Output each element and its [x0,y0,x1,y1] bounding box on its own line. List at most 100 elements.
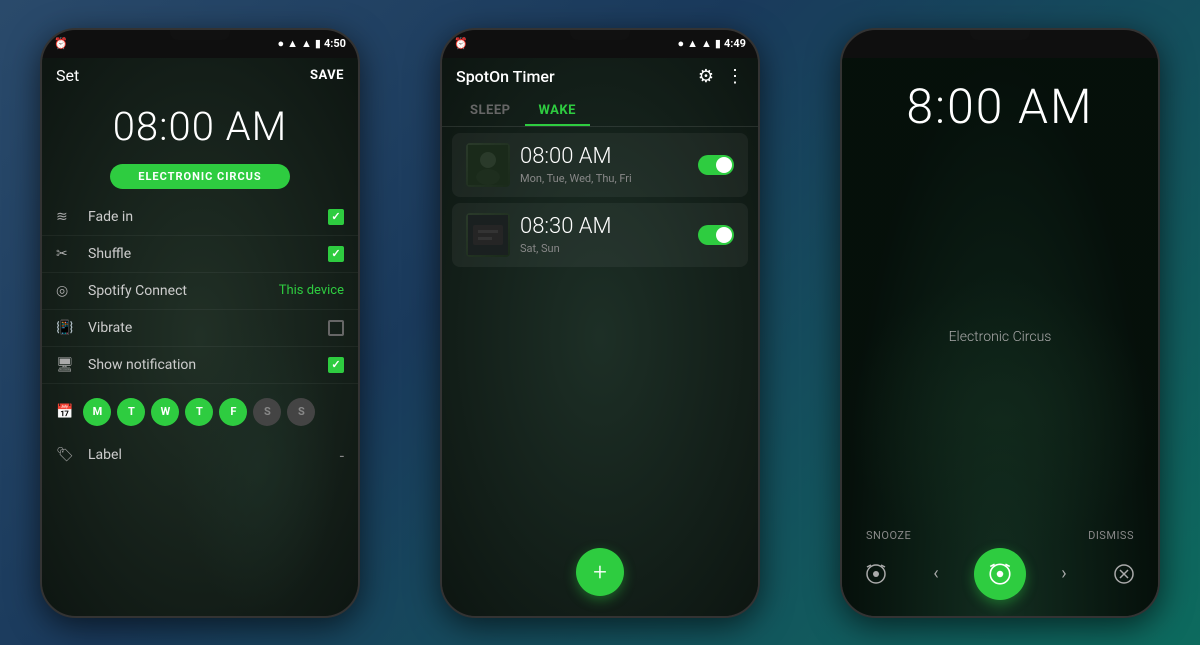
status-bar-2: ⏰ ● ▲ ▲ ▮ 4:49 [442,30,758,58]
spotify-label: Spotify Connect [88,283,279,299]
alarm-main-btn[interactable] [974,548,1026,600]
status-right-1: ● ▲ ▲ ▮ 4:50 [277,37,346,50]
vibrate-checkbox[interactable] [328,320,344,336]
notification-checkbox[interactable] [328,357,344,373]
fab-add[interactable]: + [576,548,624,596]
label-dash: - [340,446,344,465]
vibrate-label: Vibrate [88,320,328,336]
battery-icon-2: ▮ [715,37,721,50]
day-monday[interactable]: M [83,398,111,426]
save-button[interactable]: SAVE [310,68,344,83]
phone-2: ⏰ ● ▲ ▲ ▮ 4:49 SpotOn Timer ⚙ ⋮ SLEEP WA… [440,28,760,618]
spotify-icon: ◎ [56,283,78,299]
alarm-time-display-1[interactable]: 08:00 AM [42,93,358,158]
settings-row-vibrate[interactable]: 📳 Vibrate [42,310,358,347]
spotify-value: This device [279,283,344,298]
wifi-icon-1: ▲ [287,37,298,50]
phone-1: ⏰ ● ▲ ▲ ▮ 4:50 Set SAVE 08:00 AM ELECTRO… [40,28,360,618]
screen-1: Set SAVE 08:00 AM ELECTRONIC CIRCUS ≋ Fa… [42,58,358,616]
calendar-icon: 📅 [56,404,73,420]
alarm-time-card-2: 08:30 AM [520,214,698,240]
phone3-middle: Electronic Circus [949,145,1052,529]
signal-dots-2: ● [677,37,684,50]
phone3-top: 8:00 AM [842,58,1158,145]
signal-dots: ● [277,37,284,50]
alarm-time-display-3: 8:00 AM [856,78,1144,135]
battery-icon-1: ▮ [315,37,321,50]
alarm-days-card-1: Mon, Tue, Wed, Thu, Fri [520,172,698,185]
day-saturday[interactable]: S [253,398,281,426]
signal-bars-2: ▲ [701,37,712,50]
alarm-info-1: 08:00 AM Mon, Tue, Wed, Thu, Fri [520,144,698,185]
wifi-icon-2: ▲ [687,37,698,50]
header-icons-2: ⚙ ⋮ [698,66,744,87]
app-header-1: Set SAVE [42,58,358,93]
app-title-1: Set [56,66,79,85]
notification-label: Show notification [88,357,328,373]
phone-3: 8:00 AM Electronic Circus SNOOZE DISMISS [840,28,1160,618]
settings-list-1: ≋ Fade in ✂ Shuffle ◎ Spotify Connect Th… [42,195,358,388]
alarm-controls: ‹ › [842,548,1158,600]
thumb-art-2 [466,213,510,257]
more-icon[interactable]: ⋮ [726,66,744,87]
settings-row-fade-in[interactable]: ≋ Fade in [42,199,358,236]
alarm-icon-2: ⏰ [454,37,468,50]
alarm-snooze-btn[interactable] [854,552,898,596]
status-time-1: 4:50 [324,37,346,50]
prev-btn[interactable]: ‹ [914,552,958,596]
app-title-2: SpotOn Timer [456,67,555,86]
tab-sleep[interactable]: SLEEP [456,95,525,126]
notification-icon: 🖥 [56,357,78,373]
status-left-1: ⏰ [54,37,68,50]
song-pill-1[interactable]: ELECTRONIC CIRCUS [110,164,290,189]
alarm-icon-1: ⏰ [54,37,68,50]
fade-in-checkbox[interactable] [328,209,344,225]
shuffle-label: Shuffle [88,246,328,262]
tabs-bar-2: SLEEP WAKE [442,95,758,127]
status-bar-1: ⏰ ● ▲ ▲ ▮ 4:50 [42,30,358,58]
signal-bars-1: ▲ [301,37,312,50]
dismiss-btn[interactable] [1102,552,1146,596]
alarm-toggle-1[interactable] [698,155,734,175]
snooze-dismiss-row: SNOOZE DISMISS [842,529,1158,548]
app-header-2: SpotOn Timer ⚙ ⋮ [442,58,758,95]
tab-wake[interactable]: WAKE [525,95,590,126]
label-row-1[interactable]: 🏷 Label - [42,436,358,475]
day-sunday[interactable]: S [287,398,315,426]
label-text: Label [88,447,340,463]
days-row-1: 📅 M T W T F S S [42,388,358,436]
shuffle-checkbox[interactable] [328,246,344,262]
thumb-art-1 [466,143,510,187]
snooze-label: SNOOZE [866,529,911,542]
settings-row-spotify[interactable]: ◎ Spotify Connect This device [42,273,358,310]
status-left-2: ⏰ [454,37,468,50]
fade-in-icon: ≋ [56,209,78,225]
vibrate-icon: 📳 [56,320,78,336]
alarm-thumb-2 [466,213,510,257]
alarm-time-card-1: 08:00 AM [520,144,698,170]
status-bar-3 [842,30,1158,58]
day-tuesday[interactable]: T [117,398,145,426]
alarm-time-1: 08:00 AM [42,103,358,150]
alarm-days-card-2: Sat, Sun [520,242,698,255]
song-label-3: Electronic Circus [949,329,1052,345]
screen-2: SpotOn Timer ⚙ ⋮ SLEEP WAKE [442,58,758,616]
status-right-2: ● ▲ ▲ ▮ 4:49 [677,37,746,50]
shuffle-icon: ✂ [56,246,78,262]
settings-row-shuffle[interactable]: ✂ Shuffle [42,236,358,273]
day-wednesday[interactable]: W [151,398,179,426]
settings-row-notification[interactable]: 🖥 Show notification [42,347,358,384]
phone3-bottom: SNOOZE DISMISS ‹ [842,529,1158,616]
alarm-toggle-2[interactable] [698,225,734,245]
alarm-info-2: 08:30 AM Sat, Sun [520,214,698,255]
alarm-card-1[interactable]: 08:00 AM Mon, Tue, Wed, Thu, Fri [452,133,748,197]
next-btn[interactable]: › [1042,552,1086,596]
status-time-2: 4:49 [724,37,746,50]
alarm-thumb-1 [466,143,510,187]
alarm-card-2[interactable]: 08:30 AM Sat, Sun [452,203,748,267]
day-thursday[interactable]: T [185,398,213,426]
day-friday[interactable]: F [219,398,247,426]
settings-icon[interactable]: ⚙ [698,66,714,87]
dismiss-label: DISMISS [1088,529,1134,542]
label-icon: 🏷 [56,447,78,463]
